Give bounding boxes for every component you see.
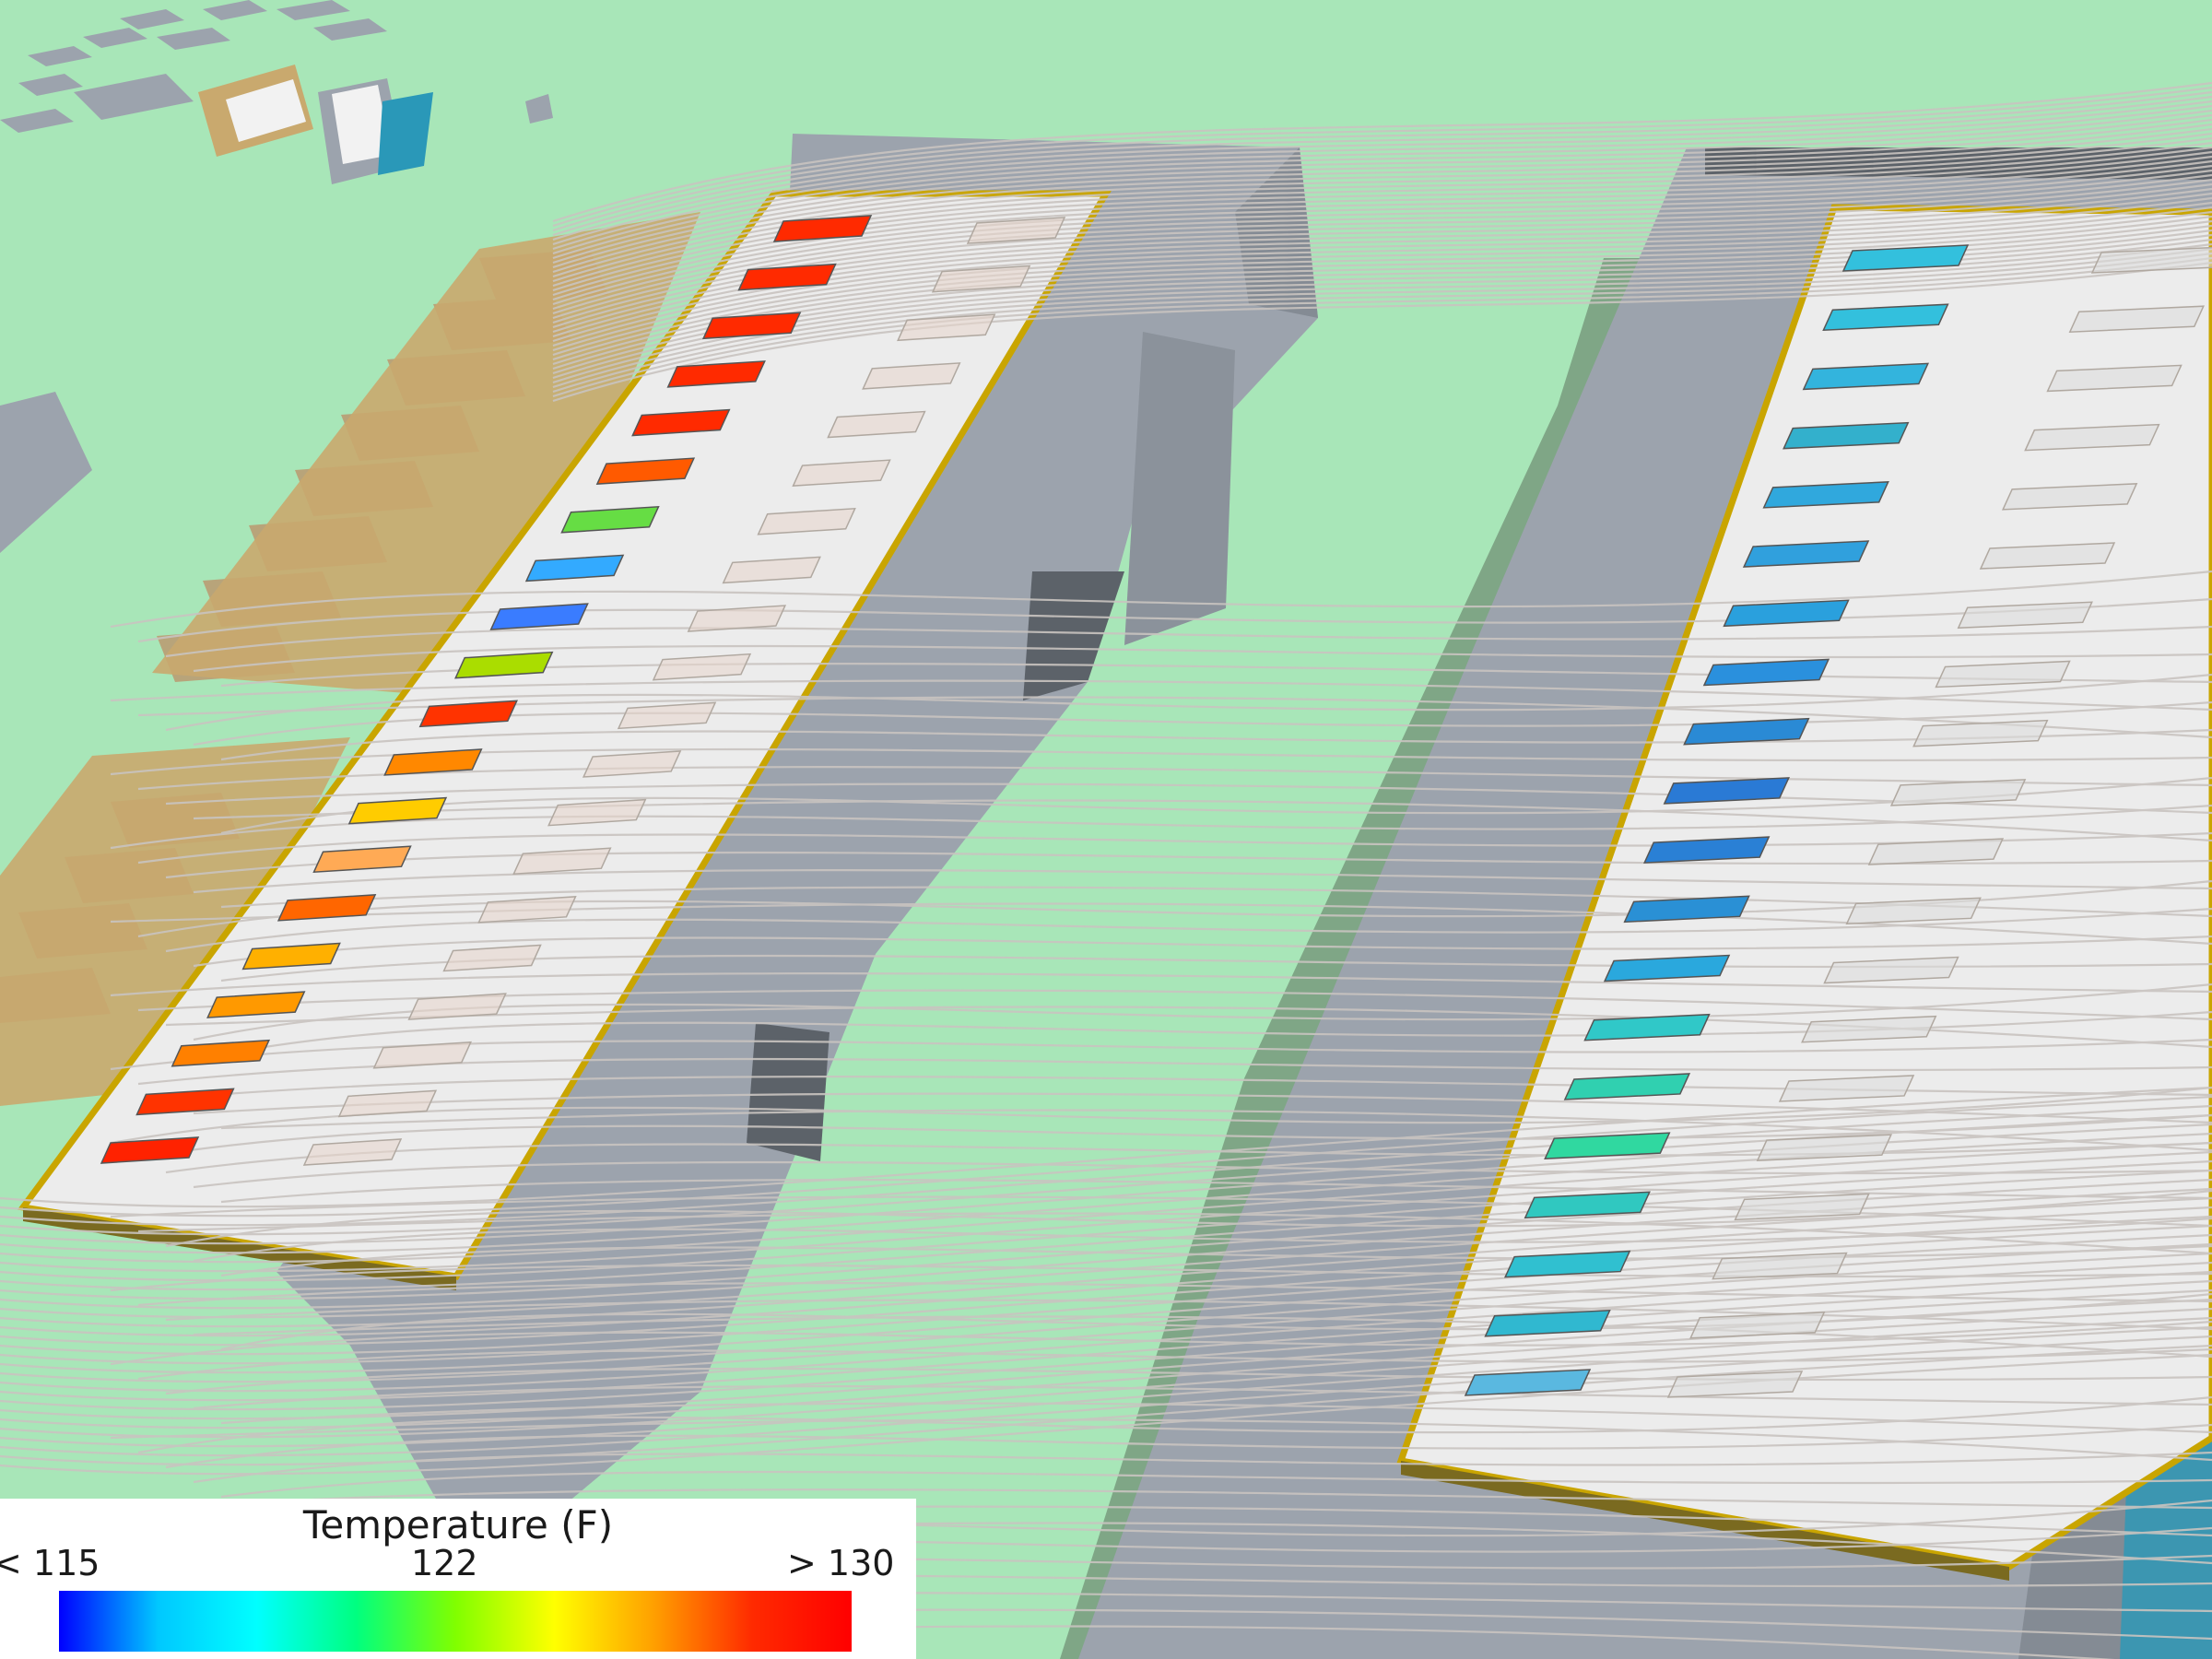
- legend-min-label: < 115: [0, 1543, 100, 1583]
- legend-max-label: > 130: [787, 1543, 895, 1583]
- legend-colorbar: [59, 1591, 852, 1652]
- temperature-legend: Temperature (F) < 115 122 > 130: [0, 1499, 916, 1659]
- legend-title: Temperature (F): [302, 1502, 614, 1547]
- legend-mid-label: 122: [411, 1543, 478, 1583]
- cfd-scene: [0, 0, 2212, 1659]
